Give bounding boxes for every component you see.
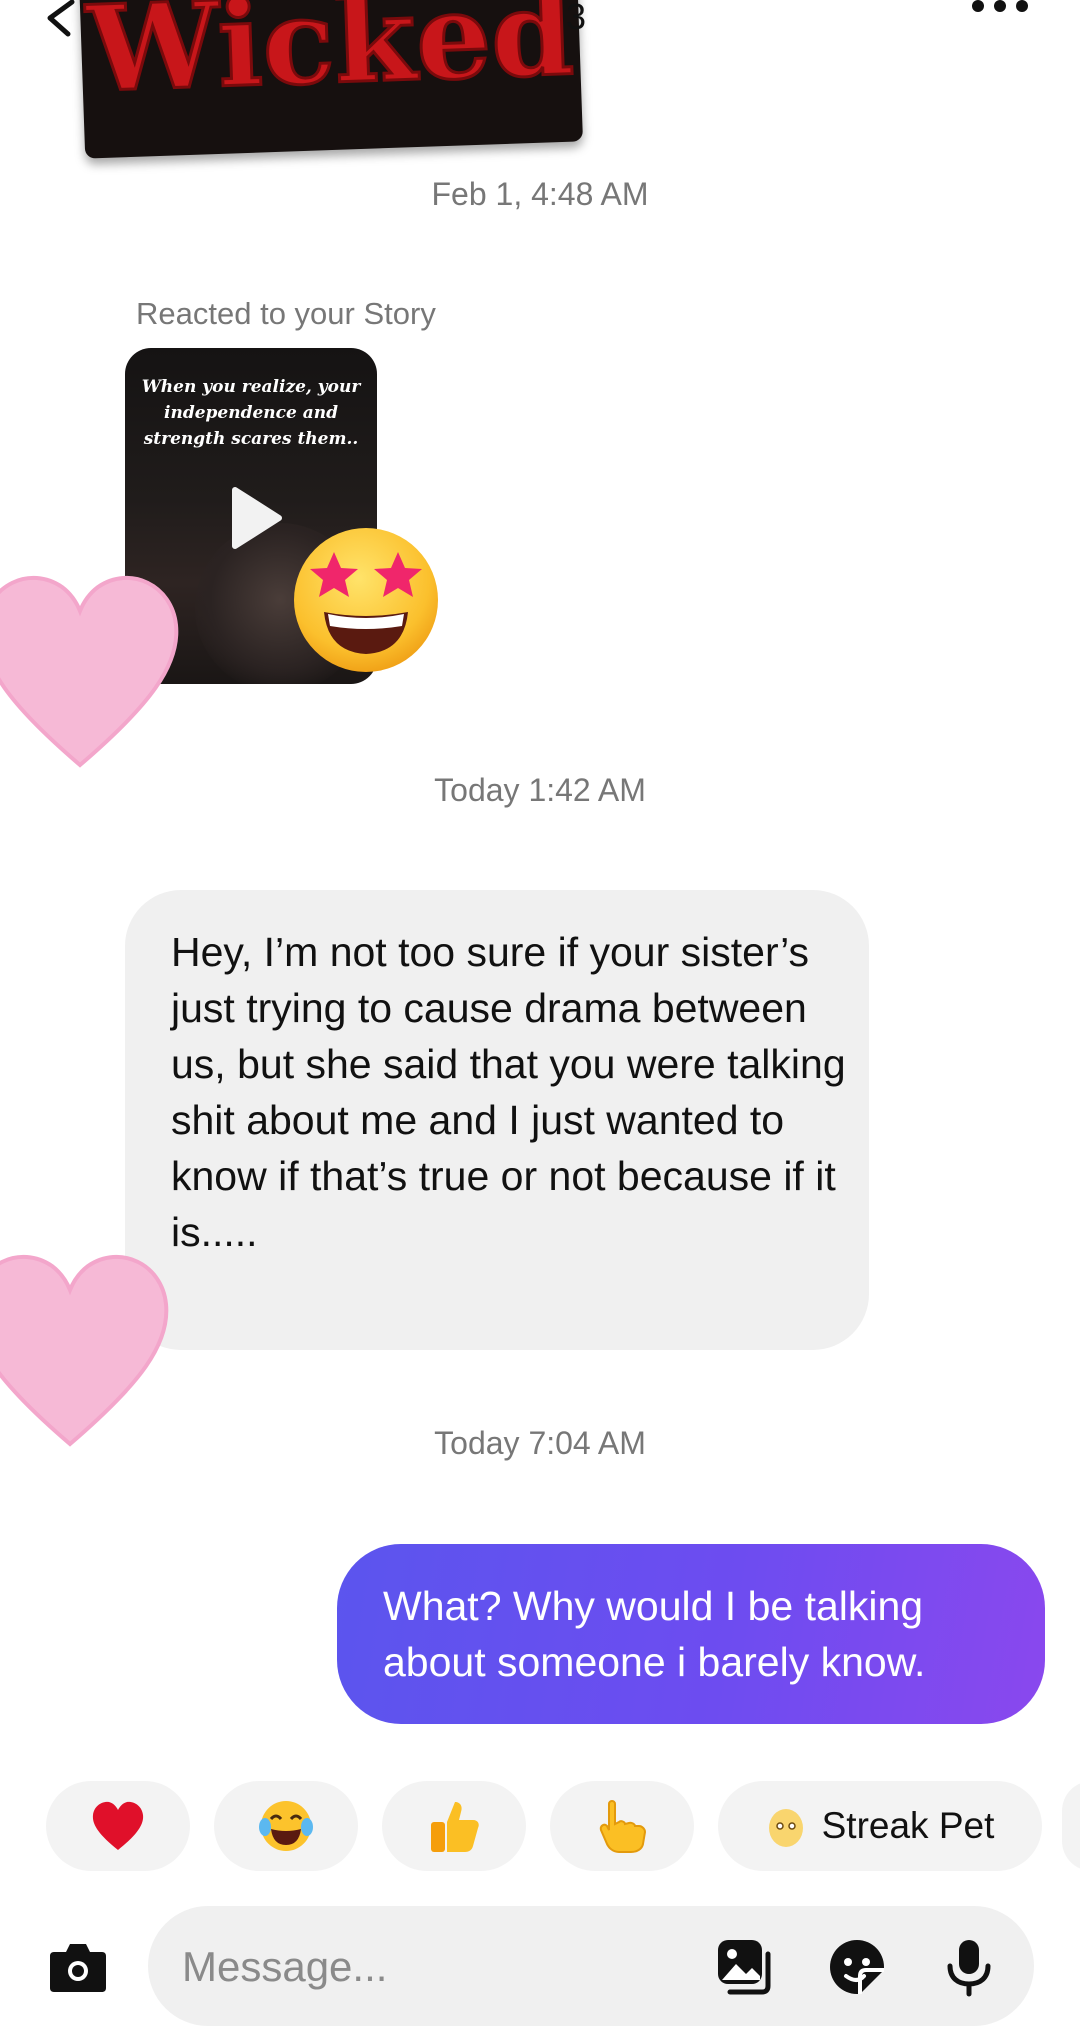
outgoing-message-bubble[interactable]: What? Why would I be talking about someo… [337,1544,1045,1724]
gallery-icon[interactable] [714,1936,776,1998]
message-input[interactable] [180,1906,684,2028]
incoming-message-text: Hey, I’m not too sure if your sister’s j… [171,929,846,1255]
story-reaction-label: Reacted to your Story [136,296,436,331]
message-field[interactable] [148,1906,1034,2028]
outgoing-message-text: What? Why would I be talking about someo… [383,1583,926,1685]
microphone-icon[interactable] [938,1936,1000,1998]
logo-text: Wicked [83,0,576,119]
tears-of-joy-icon [259,1801,313,1851]
quick-reaction-pointing[interactable] [550,1781,694,1871]
red-heart-icon [92,1801,144,1850]
header-title-fragment[interactable]: 3 [566,0,586,38]
incoming-message-bubble[interactable]: Hey, I’m not too sure if your sister’s j… [125,890,869,1350]
wicked-logo-sticker: Wicked [79,0,583,159]
thumbs-up-icon [431,1802,479,1852]
back-arrow-icon[interactable] [40,0,80,40]
quick-reaction-more[interactable] [1062,1781,1080,1871]
quick-reaction-heart[interactable] [46,1781,190,1871]
camera-icon[interactable] [48,1940,108,1994]
egg-icon [768,1809,803,1847]
heart-sticker-icon [0,1255,169,1447]
story-caption: When you realize, your independence and … [141,377,361,449]
pointing-hand-icon [599,1800,647,1853]
streak-pet-button[interactable]: Streak Pet [718,1781,1042,1871]
quick-reaction-thumbs-up[interactable] [382,1781,526,1871]
play-icon[interactable] [227,486,283,550]
sticker-icon[interactable] [826,1936,888,1998]
more-options-icon[interactable] [968,0,1032,20]
timestamp: Feb 1, 4:48 AM [431,176,649,212]
star-struck-emoji-icon [294,528,438,672]
quick-reaction-laugh[interactable] [214,1781,358,1871]
streak-pet-label: Streak Pet [821,1805,995,1846]
heart-sticker-icon [0,576,179,768]
